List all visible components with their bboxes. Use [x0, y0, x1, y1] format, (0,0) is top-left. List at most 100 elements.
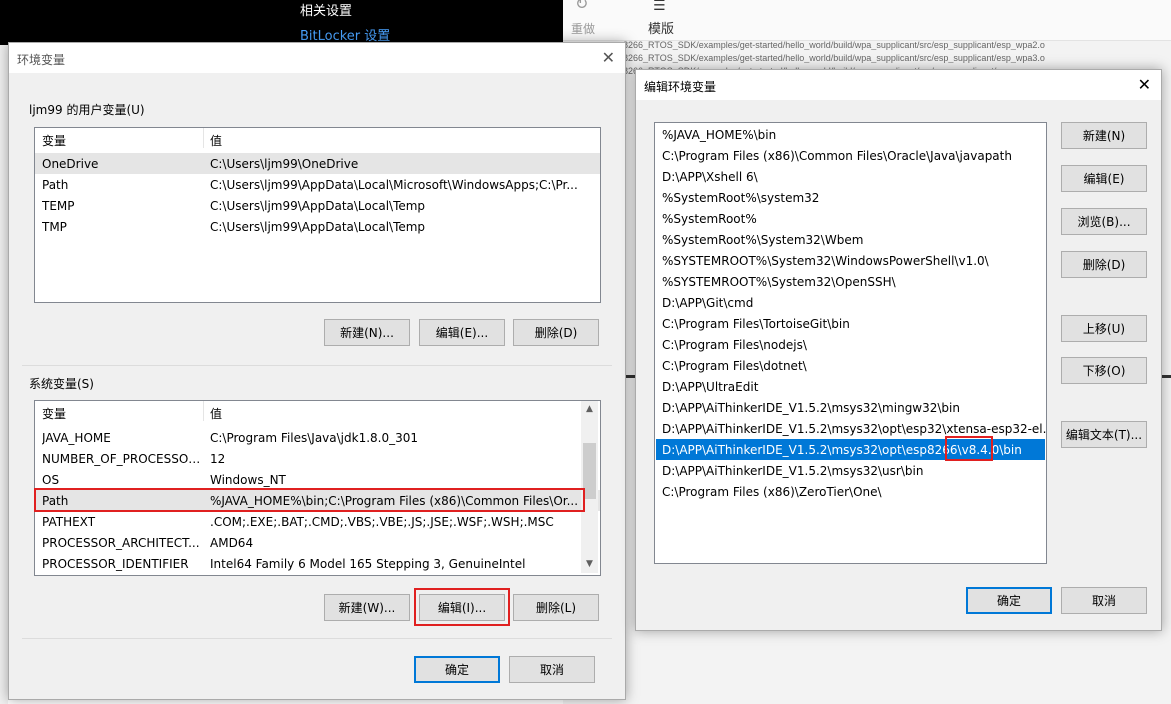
variable-value: .COM;.EXE;.BAT;.CMD;.VBS;.VBE;.JS;.JSE;.…: [210, 515, 554, 529]
path-entry: C:\Program Files (x86)\Common Files\Orac…: [662, 149, 1012, 163]
variable-name: TEMP: [42, 199, 75, 213]
table-row[interactable]: PATHEXT .COM;.EXE;.BAT;.CMD;.VBS;.VBE;.J…: [35, 511, 600, 532]
list-header: 变量 值: [35, 128, 600, 148]
edit-environment-variable-dialog: 编辑环境变量 ✕ %JAVA_HOME%\bin C:\Program File…: [635, 69, 1162, 631]
new-path-button[interactable]: 新建(N): [1061, 122, 1147, 149]
dialog-title: 编辑环境变量: [644, 80, 717, 94]
edit-text-button[interactable]: 编辑文本(T)...: [1061, 421, 1147, 448]
path-entry: %SystemRoot%: [662, 212, 757, 226]
user-edit-button[interactable]: 编辑(E)...: [419, 319, 505, 346]
list-item[interactable]: D:\APP\Xshell 6\: [656, 166, 1045, 187]
scroll-up-icon[interactable]: ▲: [581, 401, 598, 418]
list-item[interactable]: %SystemRoot%: [656, 208, 1045, 229]
table-row[interactable]: TMP C:\Users\ljm99\AppData\Local\Temp: [35, 216, 600, 237]
list-item[interactable]: C:\Program Files (x86)\ZeroTier\One\: [656, 481, 1045, 502]
user-variables-list[interactable]: 变量 值 OneDrive C:\Users\ljm99\OneDrive Pa…: [34, 127, 601, 303]
path-entry: C:\Program Files\TortoiseGit\bin: [662, 317, 850, 331]
system-variables-list[interactable]: 变量 值 JAVA_HOME C:\Program Files\Java\jdk…: [34, 400, 601, 576]
move-down-button[interactable]: 下移(O): [1061, 357, 1147, 384]
path-entry: D:\APP\AiThinkerIDE_V1.5.2\msys32\usr\bi…: [662, 464, 924, 478]
table-row[interactable]: OneDrive C:\Users\ljm99\OneDrive: [35, 153, 600, 174]
variable-name: TMP: [42, 220, 67, 234]
column-separator[interactable]: [203, 401, 204, 421]
variable-value: Intel64 Family 6 Model 165 Stepping 3, G…: [210, 557, 526, 571]
table-row[interactable]: JAVA_HOME C:\Program Files\Java\jdk1.8.0…: [35, 427, 600, 448]
list-item[interactable]: %SYSTEMROOT%\System32\WindowsPowerShell\…: [656, 250, 1045, 271]
list-item[interactable]: %SYSTEMROOT%\System32\OpenSSH\: [656, 271, 1045, 292]
dialog-title: 环境变量: [17, 53, 66, 67]
list-item[interactable]: %SystemRoot%\system32: [656, 187, 1045, 208]
scroll-thumb[interactable]: [583, 443, 596, 499]
cancel-button[interactable]: 取消: [1061, 587, 1147, 614]
cancel-button[interactable]: 取消: [509, 656, 595, 683]
variable-value: %JAVA_HOME%\bin;C:\Program Files (x86)\C…: [210, 494, 579, 508]
list-item[interactable]: C:\Program Files\nodejs\: [656, 334, 1045, 355]
edit-path-button[interactable]: 编辑(E): [1061, 165, 1147, 192]
vertical-scrollbar[interactable]: ▲ ▼: [581, 401, 598, 573]
browse-button[interactable]: 浏览(B)...: [1061, 208, 1147, 235]
user-delete-button[interactable]: 删除(D): [513, 319, 599, 346]
template-icon: ☰: [653, 0, 666, 14]
column-header-value[interactable]: 值: [210, 132, 222, 149]
table-row[interactable]: PROCESSOR_IDENTIFIER Intel64 Family 6 Mo…: [35, 553, 600, 574]
path-entry: C:\Program Files\dotnet\: [662, 359, 807, 373]
path-entries-list[interactable]: %JAVA_HOME%\bin C:\Program Files (x86)\C…: [654, 122, 1047, 564]
list-item-selected[interactable]: D:\APP\AiThinkerIDE_V1.5.2\msys32\opt\es…: [656, 439, 1045, 460]
table-row[interactable]: OS Windows_NT: [35, 469, 600, 490]
column-separator[interactable]: [203, 128, 204, 148]
template-button[interactable]: 模版: [648, 18, 674, 37]
path-entry: D:\APP\Xshell 6\: [662, 170, 758, 184]
path-entry: D:\APP\Git\cmd: [662, 296, 754, 310]
list-item[interactable]: D:\APP\UltraEdit: [656, 376, 1045, 397]
system-edit-button[interactable]: 编辑(I)...: [419, 594, 505, 621]
list-item[interactable]: C:\Program Files\TortoiseGit\bin: [656, 313, 1045, 334]
column-header-variable[interactable]: 变量: [42, 405, 66, 422]
list-item[interactable]: D:\APP\AiThinkerIDE_V1.5.2\msys32\usr\bi…: [656, 460, 1045, 481]
list-item[interactable]: D:\APP\Git\cmd: [656, 292, 1045, 313]
variable-name: Path: [42, 178, 69, 192]
table-row[interactable]: PROCESSOR_ARCHITECT... AMD64: [35, 532, 600, 553]
system-delete-button[interactable]: 删除(L): [513, 594, 599, 621]
list-item[interactable]: %JAVA_HOME%\bin: [656, 124, 1045, 145]
path-entry: D:\APP\AiThinkerIDE_V1.5.2\msys32\opt\es…: [662, 422, 1047, 436]
path-entry: %JAVA_HOME%\bin: [662, 128, 777, 142]
list-item[interactable]: C:\Program Files\dotnet\: [656, 355, 1045, 376]
log-line: 8266_RTOS_SDK/examples/get-started/hello…: [623, 40, 1045, 50]
environment-variables-dialog: 环境变量 ✕ ljm99 的用户变量(U) 变量 值 OneDrive C:\U…: [8, 42, 626, 700]
redo-button[interactable]: 重做: [571, 20, 595, 37]
variable-name: PATHEXT: [42, 515, 96, 529]
path-entry: D:\APP\AiThinkerIDE_V1.5.2\msys32\opt\es…: [662, 443, 1022, 457]
user-new-button[interactable]: 新建(N)...: [324, 319, 410, 346]
table-row[interactable]: Path C:\Users\ljm99\AppData\Local\Micros…: [35, 174, 600, 195]
close-icon[interactable]: ✕: [1138, 75, 1151, 94]
column-header-variable[interactable]: 变量: [42, 132, 66, 149]
table-row-path-selected[interactable]: Path %JAVA_HOME%\bin;C:\Program Files (x…: [35, 490, 600, 511]
system-new-button[interactable]: 新建(W)...: [324, 594, 410, 621]
table-row[interactable]: NUMBER_OF_PROCESSORS 12: [35, 448, 600, 469]
variable-name: NUMBER_OF_PROCESSORS: [42, 452, 202, 466]
variable-value: 12: [210, 452, 226, 466]
log-line: 8266_RTOS_SDK/examples/get-started/hello…: [623, 53, 1045, 63]
move-up-button[interactable]: 上移(U): [1061, 315, 1147, 342]
scroll-down-icon[interactable]: ▼: [581, 556, 598, 573]
list-item[interactable]: C:\Program Files (x86)\Common Files\Orac…: [656, 145, 1045, 166]
list-item[interactable]: D:\APP\AiThinkerIDE_V1.5.2\msys32\opt\es…: [656, 418, 1047, 439]
list-item[interactable]: %SystemRoot%\System32\Wbem: [656, 229, 1045, 250]
path-entry: C:\Program Files\nodejs\: [662, 338, 807, 352]
variable-value: C:\Program Files\Java\jdk1.8.0_301: [210, 431, 419, 445]
list-item[interactable]: D:\APP\AiThinkerIDE_V1.5.2\msys32\mingw3…: [656, 397, 1045, 418]
variable-name: OneDrive: [42, 157, 99, 171]
close-icon[interactable]: ✕: [602, 48, 615, 67]
left-edge-background: [0, 45, 8, 704]
variable-value: AMD64: [210, 536, 254, 550]
path-entry: %SystemRoot%\system32: [662, 191, 820, 205]
ok-button[interactable]: 确定: [966, 587, 1052, 614]
variable-name: JAVA_HOME: [42, 431, 111, 445]
variable-value: C:\Users\ljm99\OneDrive: [210, 157, 359, 171]
ok-button[interactable]: 确定: [414, 656, 500, 683]
column-header-value[interactable]: 值: [210, 405, 222, 422]
path-entry: C:\Program Files (x86)\ZeroTier\One\: [662, 485, 882, 499]
table-row[interactable]: TEMP C:\Users\ljm99\AppData\Local\Temp: [35, 195, 600, 216]
delete-path-button[interactable]: 删除(D): [1061, 251, 1147, 278]
variable-value: Windows_NT: [210, 473, 286, 487]
